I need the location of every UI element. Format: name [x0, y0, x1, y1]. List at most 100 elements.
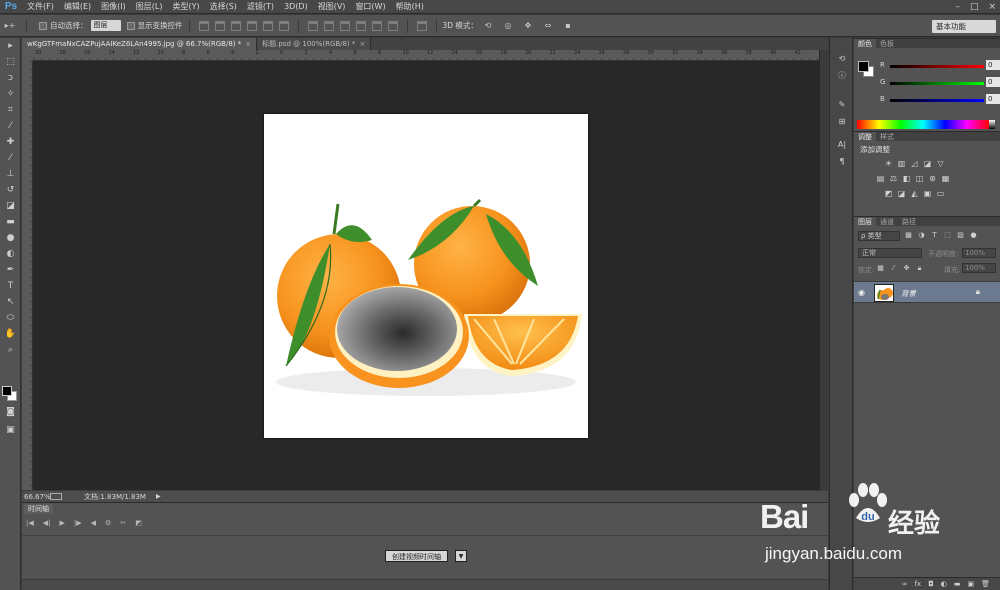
- green-slider[interactable]: G 0: [880, 77, 1000, 88]
- red-ramp[interactable]: [890, 65, 984, 68]
- tab-color[interactable]: 颜色: [854, 39, 876, 48]
- add-mask-icon[interactable]: ◘: [928, 580, 934, 588]
- transition-icon[interactable]: ◩: [135, 519, 142, 527]
- horizontal-ruler[interactable]: 20 18 16 14 12 10 8 6 4 2 0 2 4 6 8 10 12 14 16 18 20 22 24 26 2…: [33, 50, 819, 61]
- menu-image[interactable]: 图像(I): [96, 0, 131, 14]
- menu-help[interactable]: 帮助(H): [391, 0, 429, 14]
- screen-mode-icon[interactable]: ▣: [0, 422, 21, 438]
- history-brush-tool-icon[interactable]: ↺: [0, 182, 21, 198]
- red-slider[interactable]: R 0: [880, 60, 1000, 71]
- color-spectrum[interactable]: [857, 120, 989, 129]
- distribute-bottom-icon[interactable]: [339, 20, 350, 31]
- dodge-tool-icon[interactable]: ◐: [0, 246, 21, 262]
- layer-filter-dropdown[interactable]: ρ 类型: [858, 231, 900, 241]
- zoom-level[interactable]: 66.67%: [22, 493, 51, 501]
- move-tool-preset-icon[interactable]: ▸+: [2, 20, 18, 32]
- lock-position-icon[interactable]: ✥: [902, 264, 911, 273]
- align-right-icon[interactable]: [278, 20, 289, 31]
- menu-type[interactable]: 类型(Y): [167, 0, 204, 14]
- menu-view[interactable]: 视图(V): [313, 0, 351, 14]
- type-filter-icon[interactable]: T: [930, 231, 939, 240]
- pen-tool-icon[interactable]: ✒: [0, 262, 21, 278]
- exposure-icon[interactable]: ◪: [923, 159, 932, 168]
- layer-name[interactable]: 背景: [901, 288, 916, 299]
- healing-brush-tool-icon[interactable]: ✚: [0, 134, 21, 150]
- pixel-filter-icon[interactable]: ▩: [904, 231, 913, 240]
- chevron-down-icon[interactable]: ▼: [455, 550, 467, 562]
- channel-mixer-icon[interactable]: ⊛: [928, 174, 937, 183]
- new-group-icon[interactable]: ▬: [954, 580, 961, 588]
- tab-document-2[interactable]: 标题.psd @ 100%(RGB/8) * ×: [257, 38, 372, 50]
- close-icon[interactable]: ×: [359, 40, 365, 48]
- blend-mode-dropdown[interactable]: 正常: [858, 248, 922, 258]
- settings-icon[interactable]: ⚙: [105, 519, 111, 527]
- blur-tool-icon[interactable]: ●: [0, 230, 21, 246]
- tab-channels[interactable]: 通道: [876, 217, 898, 226]
- grayscale-ramp[interactable]: [989, 120, 995, 129]
- create-video-timeline-button[interactable]: 创建视频时间轴: [385, 550, 448, 562]
- clone-stamp-tool-icon[interactable]: ⊥: [0, 166, 21, 182]
- blue-value-input[interactable]: 0: [986, 94, 1000, 104]
- paragraph-panel-icon[interactable]: ¶: [830, 153, 854, 170]
- maximize-icon[interactable]: □: [970, 0, 979, 14]
- 3d-pan-icon[interactable]: ✥: [520, 20, 536, 32]
- selective-color-icon[interactable]: ▣: [923, 189, 932, 198]
- foreground-color-swatch[interactable]: [2, 386, 12, 396]
- history-panel-icon[interactable]: ⟲: [830, 50, 854, 67]
- move-tool-icon[interactable]: ▸: [0, 38, 21, 54]
- tab-swatches[interactable]: 色板: [876, 39, 898, 48]
- vertical-ruler[interactable]: [22, 61, 33, 490]
- threshold-icon[interactable]: ◭: [910, 189, 919, 198]
- color-balance-icon[interactable]: ⚖: [889, 174, 898, 183]
- status-menu-arrow-icon[interactable]: ▶: [156, 493, 161, 500]
- levels-icon[interactable]: ▥: [897, 159, 906, 168]
- 3d-slide-icon[interactable]: ⇔: [540, 20, 556, 32]
- delete-layer-icon[interactable]: 🗑︎: [981, 580, 990, 588]
- lock-all-icon[interactable]: 🔒︎: [915, 264, 924, 273]
- vertical-scrollbar[interactable]: [819, 50, 828, 490]
- filter-toggle-icon[interactable]: ●: [969, 231, 978, 240]
- invert-icon[interactable]: ◩: [884, 189, 893, 198]
- align-left-icon[interactable]: [246, 20, 257, 31]
- menu-select[interactable]: 选择(S): [205, 0, 242, 14]
- brush-tool-icon[interactable]: ⁄: [0, 150, 21, 166]
- prev-frame-icon[interactable]: ◀|: [43, 519, 51, 527]
- distribute-hcenter-icon[interactable]: [371, 20, 382, 31]
- tab-paths[interactable]: 路径: [898, 217, 920, 226]
- adjustment-filter-icon[interactable]: ◑: [917, 231, 926, 240]
- quick-mask-icon[interactable]: ◙: [0, 404, 21, 420]
- tab-document-1[interactable]: wKgGTFmaNxCAZPujAAIKeZ6LAn4995.jpg @ 66.…: [22, 38, 258, 50]
- opacity-input[interactable]: 100%: [962, 248, 996, 258]
- gradient-tool-icon[interactable]: ▬: [0, 214, 21, 230]
- green-value-input[interactable]: 0: [986, 77, 1000, 87]
- distribute-left-icon[interactable]: [355, 20, 366, 31]
- canvas-area[interactable]: [33, 61, 819, 490]
- next-frame-icon[interactable]: |▶: [74, 519, 82, 527]
- color-lookup-icon[interactable]: ▦: [941, 174, 950, 183]
- foreground-color-swatch[interactable]: [858, 61, 869, 72]
- character-panel-icon[interactable]: A|: [830, 136, 854, 153]
- 3d-scale-icon[interactable]: ▪: [560, 20, 576, 32]
- close-icon[interactable]: ×: [245, 40, 251, 48]
- ruler-corner[interactable]: [22, 50, 33, 61]
- black-white-icon[interactable]: ◧: [902, 174, 911, 183]
- audio-icon[interactable]: ◀: [91, 519, 96, 527]
- posterize-icon[interactable]: ◪: [897, 189, 906, 198]
- layer-style-icon[interactable]: fx: [915, 580, 922, 588]
- close-icon[interactable]: ×: [988, 0, 996, 14]
- auto-align-icon[interactable]: [416, 20, 427, 31]
- play-icon[interactable]: ▶: [60, 519, 65, 527]
- workspace-dropdown[interactable]: 基本功能: [932, 20, 996, 33]
- split-icon[interactable]: ✂: [120, 519, 126, 527]
- path-selection-tool-icon[interactable]: ↖: [0, 294, 21, 310]
- tab-layers[interactable]: 图层: [854, 217, 876, 226]
- menu-3d[interactable]: 3D(D): [279, 0, 313, 14]
- lock-image-icon[interactable]: ⁄: [889, 264, 898, 273]
- lock-transparent-icon[interactable]: ▦: [876, 264, 885, 273]
- menu-window[interactable]: 窗口(W): [350, 0, 390, 14]
- auto-select-dropdown[interactable]: 图层: [90, 20, 121, 31]
- align-bottom-icon[interactable]: [230, 20, 241, 31]
- align-hcenter-icon[interactable]: [262, 20, 273, 31]
- lasso-tool-icon[interactable]: ↄ: [0, 70, 21, 86]
- hand-tool-icon[interactable]: ✋: [0, 326, 21, 342]
